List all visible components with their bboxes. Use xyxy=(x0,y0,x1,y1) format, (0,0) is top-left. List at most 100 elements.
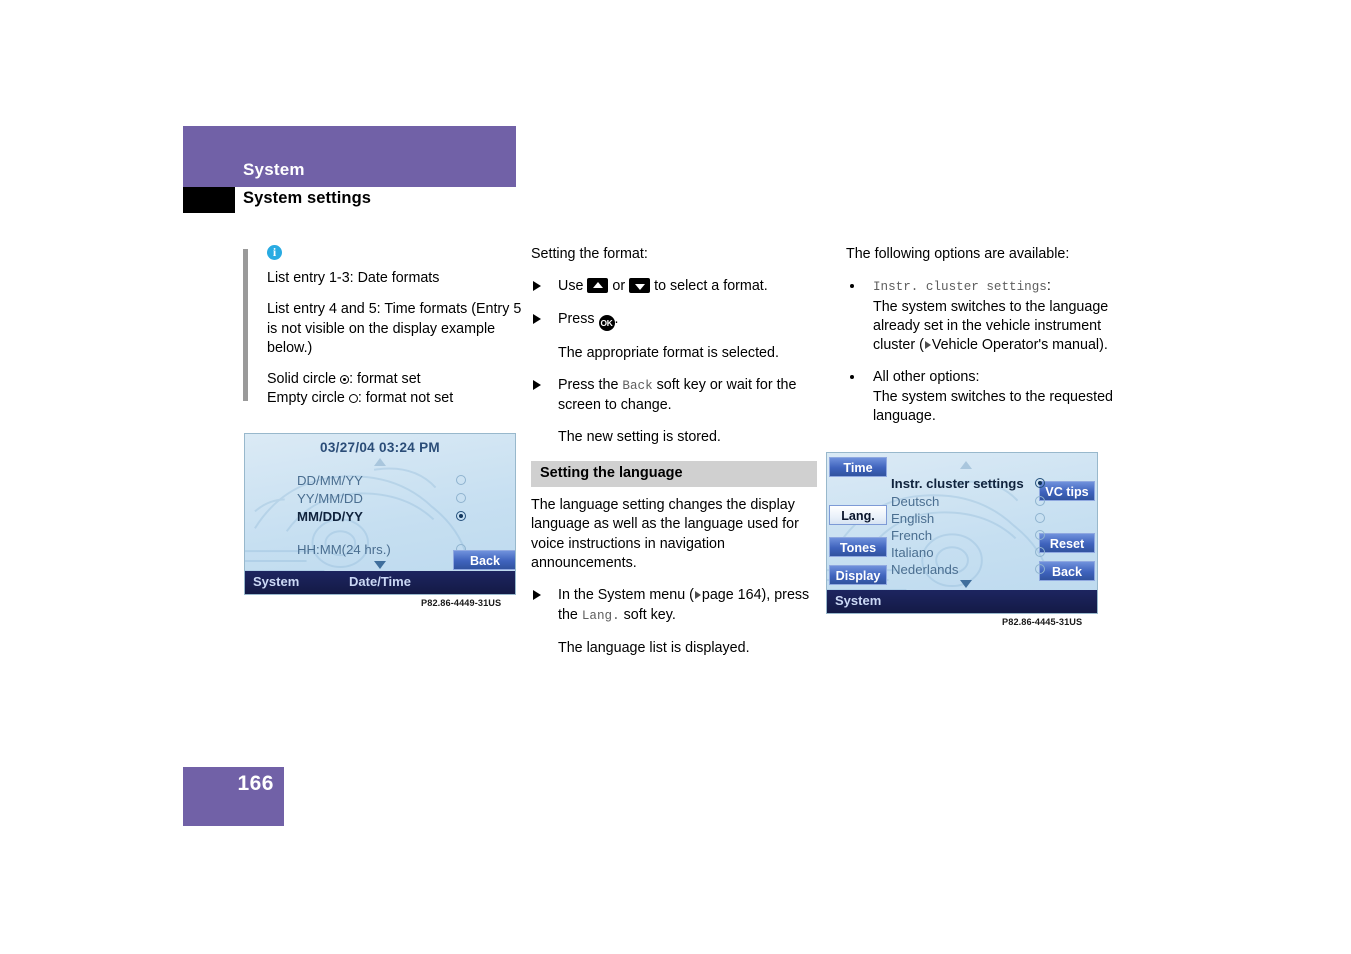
section-tab-marker xyxy=(183,187,235,213)
bullet-instr-cluster: Instr. cluster settings: The system swit… xyxy=(846,277,1132,355)
option-radio-4[interactable] xyxy=(1035,547,1045,557)
section-header: System settings xyxy=(183,187,516,213)
step1-text-c: to select a format. xyxy=(654,278,768,295)
column-right: The following options are available: Ins… xyxy=(846,245,1132,439)
subheading-setting-the-language: Setting the language xyxy=(531,460,817,488)
option-radio-2[interactable] xyxy=(456,511,466,521)
result-setting-stored: The new setting is stored. xyxy=(558,429,721,446)
column-middle: Setting the format: Use or to select a f… xyxy=(531,245,817,671)
page-number-box: 166 xyxy=(183,767,284,826)
arrow-up-key-icon xyxy=(587,278,609,294)
back-softkey-label: Back xyxy=(622,378,653,393)
result-language-list: The language list is displayed. xyxy=(558,639,750,656)
legend-solid: Solid circle : format set xyxy=(267,370,529,389)
instr-cluster-text-b: Vehicle Operator's manual). xyxy=(931,337,1108,354)
step4-text-a: In the System menu ( xyxy=(558,587,694,604)
step1-text-a: Use xyxy=(558,278,584,295)
scroll-down-arrow-icon[interactable] xyxy=(960,580,972,588)
display-status-line: 03/27/04 03:24 PM xyxy=(320,440,440,455)
options-lead: The following options are available: xyxy=(846,246,1070,262)
option-radio-1[interactable] xyxy=(456,493,466,503)
display-bottom-bar: System xyxy=(827,590,1097,613)
step2-text-a: Press xyxy=(558,310,595,327)
option-label-4[interactable]: Italiano xyxy=(891,545,934,560)
page-ref-triangle-icon xyxy=(694,591,701,600)
info-note-box: i List entry 1-3: Date formats List entr… xyxy=(243,245,529,409)
chapter-title: System xyxy=(243,160,305,179)
display-screenshot-language: Time Lang. Tones Display VC tips Reset B… xyxy=(826,452,1098,614)
legend-solid-pre: Solid circle xyxy=(267,371,337,388)
softkey-back[interactable]: Back xyxy=(453,550,515,570)
bullet-dot-icon xyxy=(850,375,854,380)
option-label-3[interactable]: French xyxy=(891,528,932,543)
display-bottom-bar: System Date/Time xyxy=(245,571,515,594)
step-press-lang: In the System menu (page 164), press the… xyxy=(531,586,817,626)
legend-empty-post: : format not set xyxy=(357,390,454,407)
manual-ref-triangle-icon xyxy=(924,341,931,350)
empty-circle-icon xyxy=(348,394,358,404)
step4-text-c: soft key. xyxy=(623,606,676,623)
step-press-back: Press the Back soft key or wait for the … xyxy=(531,376,817,416)
option-label-2[interactable]: MM/DD/YY xyxy=(297,509,363,524)
option-label-3[interactable]: HH:MM(24 hrs.) xyxy=(297,542,391,557)
lang-softkey-label: Lang. xyxy=(581,608,620,623)
result-format-selected: The appropriate format is selected. xyxy=(558,344,779,361)
option-label-2[interactable]: English xyxy=(891,511,934,526)
legend-empty: Empty circle : format not set xyxy=(267,389,529,408)
step-triangle-icon xyxy=(533,590,541,601)
arrow-down-key-icon xyxy=(629,278,651,294)
option-radio-5[interactable] xyxy=(1035,564,1045,574)
option-radio-0[interactable] xyxy=(1035,478,1045,488)
option-radio-1[interactable] xyxy=(1035,496,1045,506)
softkey-tones[interactable]: Tones xyxy=(829,537,887,557)
chapter-header-bar: System xyxy=(183,126,516,187)
note-line-2: List entry 4 and 5: Time formats (Entry … xyxy=(267,301,522,356)
step-triangle-icon xyxy=(533,379,541,390)
page-title: System settings xyxy=(243,189,372,207)
legend-solid-post: : format set xyxy=(349,371,421,388)
option-label-0[interactable]: DD/MM/YY xyxy=(297,473,363,488)
step-press-ok: Press OK. xyxy=(531,310,817,331)
step1-text-b: or xyxy=(612,278,626,295)
info-icon: i xyxy=(267,245,282,260)
softkey-display[interactable]: Display xyxy=(829,565,887,585)
solid-circle-icon xyxy=(340,375,350,385)
option-label-0[interactable]: Instr. cluster settings xyxy=(891,476,1024,491)
note-line-1: List entry 1-3: Date formats xyxy=(267,270,440,286)
scroll-down-arrow-icon[interactable] xyxy=(374,561,386,569)
softkey-time[interactable]: Time xyxy=(829,457,887,477)
step3-text-a: Press the xyxy=(558,376,619,393)
option-label-5[interactable]: Nederlands xyxy=(891,562,958,577)
scroll-up-arrow-icon[interactable] xyxy=(960,461,972,469)
step2-text-b: . xyxy=(614,310,619,327)
instr-cluster-colon: : xyxy=(1046,278,1051,295)
option-radio-0[interactable] xyxy=(456,475,466,485)
bottom-bar-left-label: System xyxy=(835,593,882,608)
softkey-reset[interactable]: Reset xyxy=(1039,533,1095,553)
page-number: 166 xyxy=(237,772,274,795)
step-triangle-icon xyxy=(533,281,541,292)
bullet-all-other-options: All other options: The system switches t… xyxy=(846,368,1132,426)
column-left: i List entry 1-3: Date formats List entr… xyxy=(243,245,529,409)
option-radio-2[interactable] xyxy=(1035,513,1045,523)
note-rule xyxy=(243,249,248,401)
softkey-lang[interactable]: Lang. xyxy=(829,505,887,525)
language-paragraph: The language setting changes the display… xyxy=(531,497,799,571)
step-select-format: Use or to select a format. xyxy=(531,277,817,296)
instr-cluster-key-label: Instr. cluster settings xyxy=(873,280,1047,295)
format-lead: Setting the format: xyxy=(531,246,648,262)
softkey-back[interactable]: Back xyxy=(1039,561,1095,581)
step-triangle-icon xyxy=(533,313,541,324)
all-other-options-text: The system switches to the requested lan… xyxy=(873,388,1113,425)
figure-caption-1: P82.86-4449-31US xyxy=(421,598,502,608)
display-screenshot-date-time: 03/27/04 03:24 PM DD/MM/YY YY/MM/DD MM/D… xyxy=(244,433,516,595)
option-radio-3[interactable] xyxy=(1035,530,1045,540)
ok-key-icon: OK xyxy=(598,314,615,331)
scroll-up-arrow-icon[interactable] xyxy=(374,458,386,466)
figure-caption-2: P82.86-4445-31US xyxy=(1002,617,1083,627)
softkey-vc-tips[interactable]: VC tips xyxy=(1039,481,1095,501)
all-other-options-title: All other options: xyxy=(873,369,980,386)
bottom-bar-center-label: Date/Time xyxy=(349,574,411,589)
option-label-1[interactable]: Deutsch xyxy=(891,494,939,509)
option-label-1[interactable]: YY/MM/DD xyxy=(297,491,363,506)
